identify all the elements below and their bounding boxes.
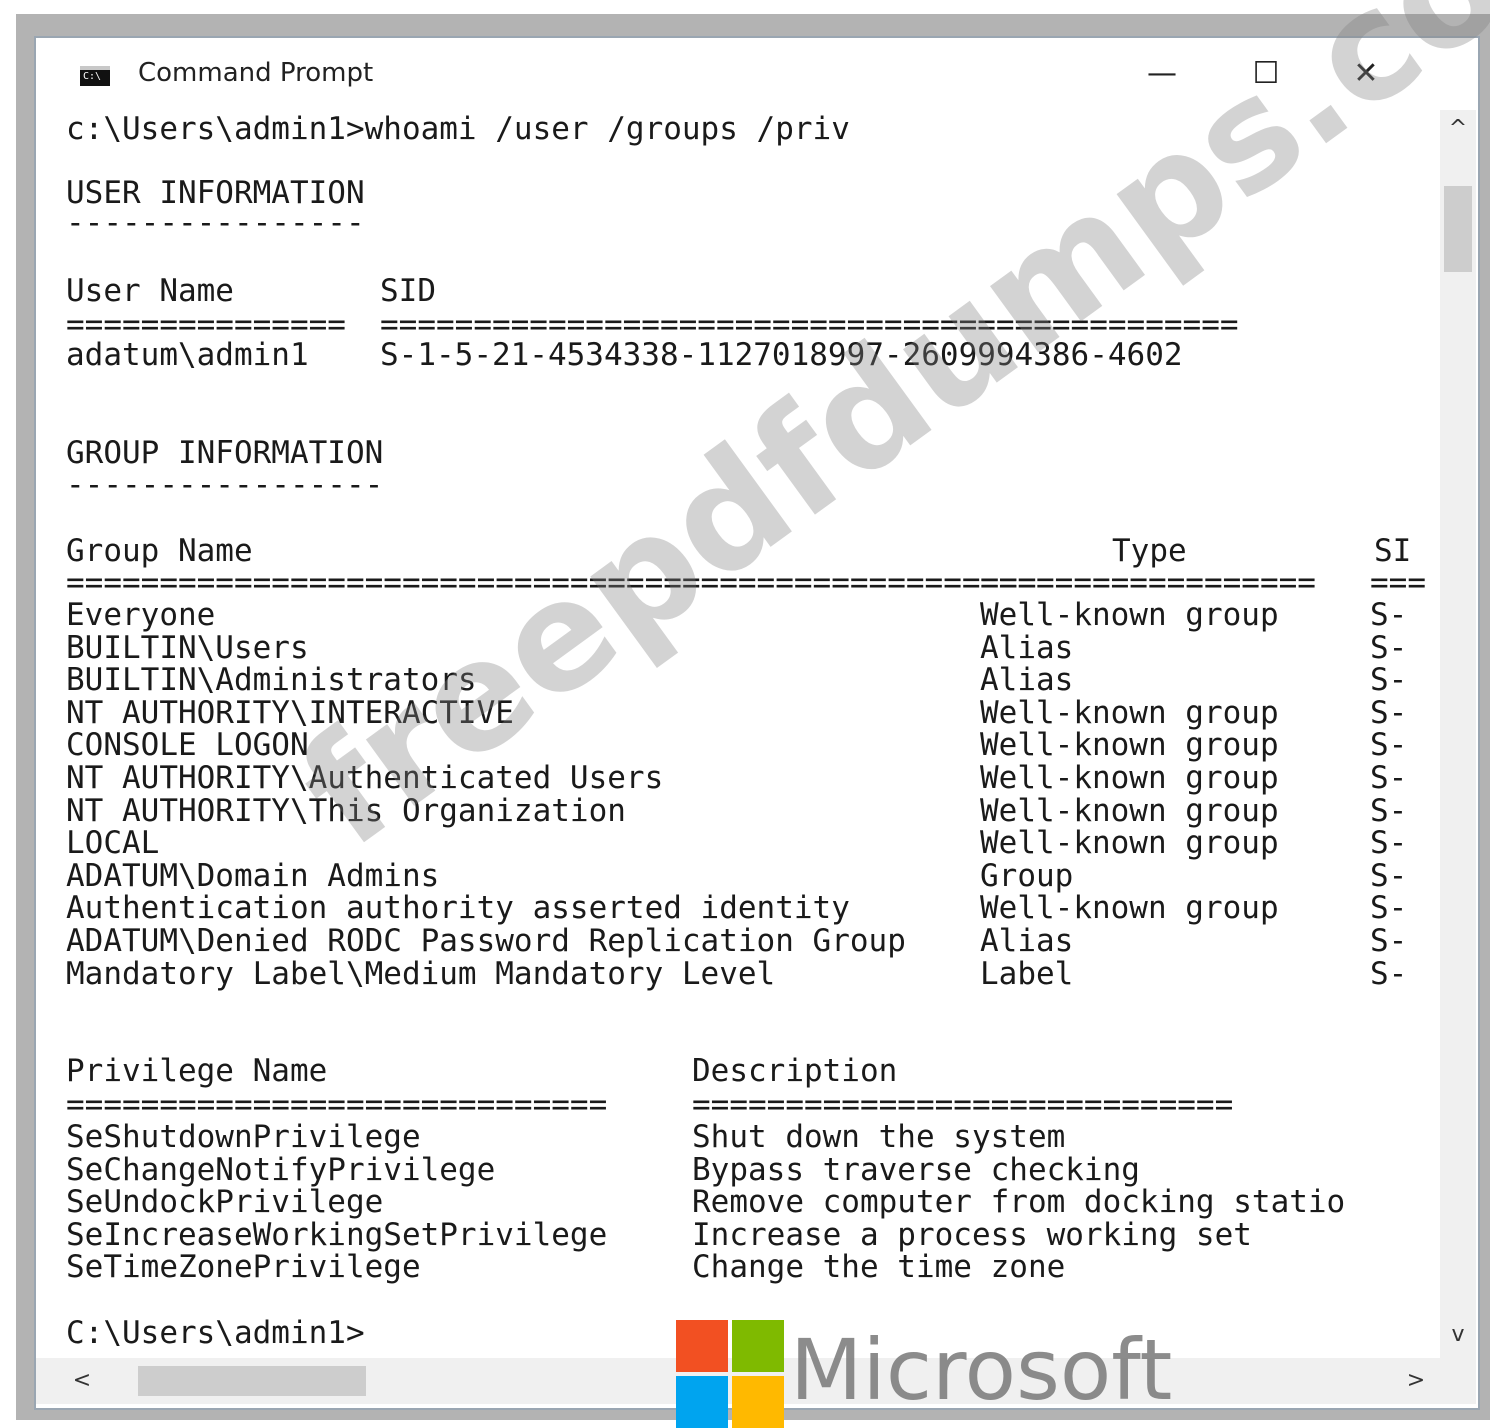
group-row-name: BUILTIN\Administrators bbox=[66, 662, 477, 699]
priv-desc-col-rule: ============================= bbox=[692, 1087, 1234, 1123]
group-sid-col-header: SI bbox=[1374, 533, 1412, 569]
group-row-type: Well-known group bbox=[980, 597, 1279, 633]
close-button[interactable]: ✕ bbox=[1326, 48, 1406, 100]
logo-square-red bbox=[676, 1320, 728, 1372]
scroll-right-arrow-icon[interactable]: > bbox=[1398, 1368, 1434, 1393]
console-output[interactable]: c:\Users\admin1>whoami /user /groups /pr… bbox=[36, 110, 1440, 1358]
privilege-row-description: Remove computer from docking statio bbox=[692, 1184, 1346, 1221]
group-row-name: Authentication authority asserted identi… bbox=[66, 890, 850, 927]
group-row-name: ADATUM\Domain Admins bbox=[66, 857, 440, 894]
group-row-sid: S- bbox=[1370, 629, 1408, 666]
logo-square-green bbox=[732, 1320, 784, 1372]
privilege-row-description: Change the time zone bbox=[692, 1249, 1066, 1286]
group-row-sid: S- bbox=[1370, 792, 1408, 829]
privilege-row-description: Shut down the system bbox=[692, 1119, 1066, 1155]
privilege-row-name: SeShutdownPrivilege bbox=[66, 1119, 421, 1155]
group-row-type: Well-known group bbox=[980, 792, 1279, 829]
privilege-row-name: SeTimeZonePrivilege bbox=[66, 1249, 421, 1286]
group-row-type: Group bbox=[980, 857, 1074, 894]
scroll-down-arrow-icon[interactable]: v bbox=[1440, 1322, 1476, 1347]
group-info-heading-rule: ----------------- bbox=[66, 467, 384, 503]
maximize-button[interactable]: ☐ bbox=[1226, 48, 1306, 100]
group-type-col-rule: ================== bbox=[980, 565, 1316, 601]
group-name-col-header: Group Name bbox=[66, 533, 253, 569]
group-row-name: NT AUTHORITY\This Organization bbox=[66, 792, 626, 829]
group-sid-col-rule: === bbox=[1370, 565, 1426, 601]
group-row-type: Label bbox=[980, 955, 1074, 992]
group-row-sid: S- bbox=[1370, 662, 1408, 699]
group-row-type: Well-known group bbox=[980, 694, 1279, 731]
group-row-sid: S- bbox=[1370, 694, 1408, 731]
vertical-scroll-thumb[interactable] bbox=[1444, 186, 1472, 272]
group-row-name: Mandatory Label\Medium Mandatory Level bbox=[66, 955, 776, 992]
group-row-type: Well-known group bbox=[980, 760, 1279, 796]
group-info-heading: GROUP INFORMATION bbox=[66, 435, 384, 471]
user-col-header: User Name bbox=[66, 273, 234, 309]
privilege-row-name: SeIncreaseWorkingSetPrivilege bbox=[66, 1216, 608, 1253]
group-row-type: Well-known group bbox=[980, 727, 1279, 764]
group-row-sid: S- bbox=[1370, 760, 1408, 796]
privilege-row-description: Bypass traverse checking bbox=[692, 1151, 1140, 1188]
group-row-name: NT AUTHORITY\Authenticated Users bbox=[66, 760, 664, 796]
group-row-sid: S- bbox=[1370, 890, 1408, 927]
group-row-name: LOCAL bbox=[66, 825, 160, 862]
microsoft-brand-text: Microsoft bbox=[790, 1321, 1173, 1419]
priv-desc-col-header: Description bbox=[692, 1053, 898, 1089]
horizontal-scroll-thumb[interactable] bbox=[138, 1366, 366, 1396]
cmd-icon: C:\ bbox=[80, 66, 110, 86]
title-bar[interactable]: C:\ Command Prompt — ☐ ✕ bbox=[36, 38, 1476, 110]
minimize-button[interactable]: — bbox=[1122, 48, 1202, 100]
group-row-name: Everyone bbox=[66, 597, 216, 633]
logo-square-yellow bbox=[732, 1376, 784, 1428]
group-row-name: ADATUM\Denied RODC Password Replication … bbox=[66, 923, 906, 959]
vertical-scrollbar[interactable]: ^ v bbox=[1440, 110, 1476, 1358]
group-row-name: BUILTIN\Users bbox=[66, 629, 309, 666]
group-row-sid: S- bbox=[1370, 825, 1408, 862]
sid-col-header: SID bbox=[380, 273, 436, 309]
scroll-left-arrow-icon[interactable]: < bbox=[64, 1368, 100, 1393]
scroll-up-arrow-icon[interactable]: ^ bbox=[1440, 116, 1476, 141]
group-row-sid: S- bbox=[1370, 597, 1408, 633]
group-row-type: Alias bbox=[980, 629, 1074, 666]
priv-name-col-rule: ============================= bbox=[66, 1087, 608, 1123]
group-name-col-rule: ========================================… bbox=[66, 565, 1037, 601]
group-row-type: Well-known group bbox=[980, 890, 1279, 927]
group-type-col-header: Type bbox=[1112, 533, 1187, 569]
user-info-heading-rule: ---------------- bbox=[66, 205, 365, 241]
privilege-row-description: Increase a process working set bbox=[692, 1216, 1252, 1253]
logo-square-blue bbox=[676, 1376, 728, 1428]
sid-value: S-1-5-21-4534338-1127018997-2609994386-4… bbox=[380, 337, 1183, 373]
command-prompt[interactable]: C:\Users\admin1> bbox=[66, 1316, 365, 1350]
user-name-value: adatum\admin1 bbox=[66, 337, 309, 373]
group-row-type: Alias bbox=[980, 662, 1074, 699]
group-row-name: NT AUTHORITY\INTERACTIVE bbox=[66, 694, 514, 731]
group-row-sid: S- bbox=[1370, 923, 1408, 959]
group-row-sid: S- bbox=[1370, 727, 1408, 764]
group-row-type: Alias bbox=[980, 923, 1074, 959]
group-row-sid: S- bbox=[1370, 955, 1408, 992]
window-title: Command Prompt bbox=[138, 58, 374, 88]
privilege-row-name: SeChangeNotifyPrivilege bbox=[66, 1151, 496, 1188]
priv-name-col-header: Privilege Name bbox=[66, 1053, 328, 1089]
group-row-name: CONSOLE LOGON bbox=[66, 727, 309, 764]
privilege-row-name: SeUndockPrivilege bbox=[66, 1184, 384, 1221]
group-row-type: Well-known group bbox=[980, 825, 1279, 862]
command-line: c:\Users\admin1>whoami /user /groups /pr… bbox=[66, 111, 850, 147]
group-row-sid: S- bbox=[1370, 857, 1408, 894]
